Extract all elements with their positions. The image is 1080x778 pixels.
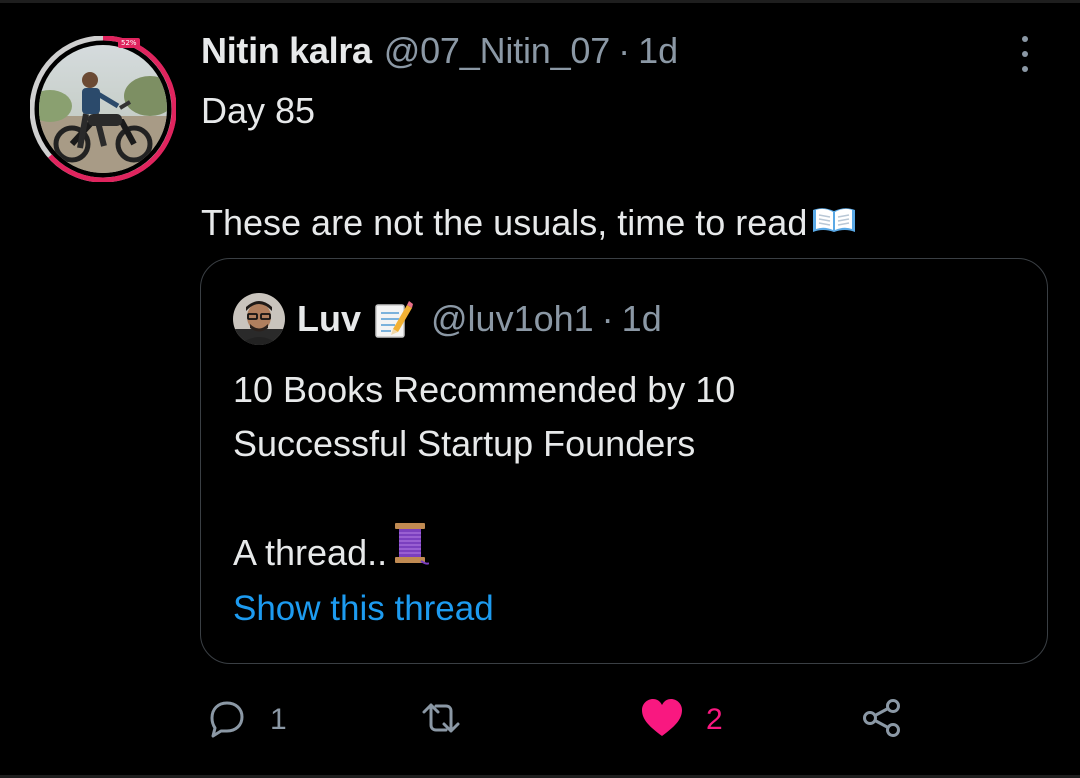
quoted-tweet-card[interactable]: Luv @luv1oh1 · 1d 10 Books Recommended b…: [200, 258, 1048, 664]
more-dot: [1022, 66, 1028, 72]
memo-pencil-icon: [373, 299, 414, 344]
author-name[interactable]: Nitin kalra: [201, 30, 372, 72]
like-button[interactable]: 2: [638, 690, 723, 750]
quoted-tweet-body: 10 Books Recommended by 10 Successful St…: [233, 363, 1013, 586]
heart-icon: [638, 696, 686, 745]
like-count: 2: [706, 703, 723, 736]
retweet-icon: [418, 698, 464, 743]
quoted-text-line-with-emoji: A thread..: [233, 523, 1013, 586]
tweet-timestamp[interactable]: 1d: [638, 30, 678, 72]
spool-of-thread-icon: [393, 521, 430, 582]
top-divider: [0, 0, 1080, 3]
reply-count: 1: [270, 703, 287, 736]
quoted-author-avatar[interactable]: [233, 293, 285, 345]
quoted-text-line: 10 Books Recommended by 10: [233, 369, 736, 410]
author-avatar[interactable]: 52%: [30, 36, 176, 182]
more-dot: [1022, 36, 1028, 42]
quoted-author-handle[interactable]: @luv1oh1: [431, 298, 594, 340]
show-this-thread-link[interactable]: Show this thread: [233, 589, 494, 629]
open-book-icon: [811, 194, 857, 250]
author-handle[interactable]: @07_Nitin_07: [384, 30, 610, 72]
reply-button[interactable]: 1: [204, 690, 287, 750]
more-dot: [1022, 51, 1028, 57]
quoted-tweet-header: Luv @luv1oh1 · 1d: [233, 293, 662, 345]
tweet-header: Nitin kalra @07_Nitin_07 · 1d: [201, 30, 678, 80]
quoted-author-name[interactable]: Luv: [297, 298, 361, 340]
quoted-header-separator: ·: [601, 298, 614, 339]
tweet-action-bar: 1 2: [200, 690, 920, 750]
quoted-text-line: Successful Startup Founders: [233, 423, 696, 464]
progress-badge: 52%: [118, 38, 140, 48]
tweet-body: Day 85 These are not the usuals, time to…: [201, 83, 1021, 253]
reply-icon: [204, 698, 250, 743]
more-options-icon[interactable]: [1010, 36, 1040, 72]
quoted-text-line: A thread..: [233, 532, 388, 574]
tweet-text: Day 85 These are not the usuals, time to…: [201, 90, 808, 243]
avatar-image: [30, 36, 176, 182]
share-icon: [860, 696, 904, 745]
share-button[interactable]: [860, 690, 904, 750]
retweet-button[interactable]: [418, 690, 484, 750]
header-separator: ·: [618, 30, 631, 71]
quoted-tweet-timestamp[interactable]: 1d: [622, 298, 662, 340]
